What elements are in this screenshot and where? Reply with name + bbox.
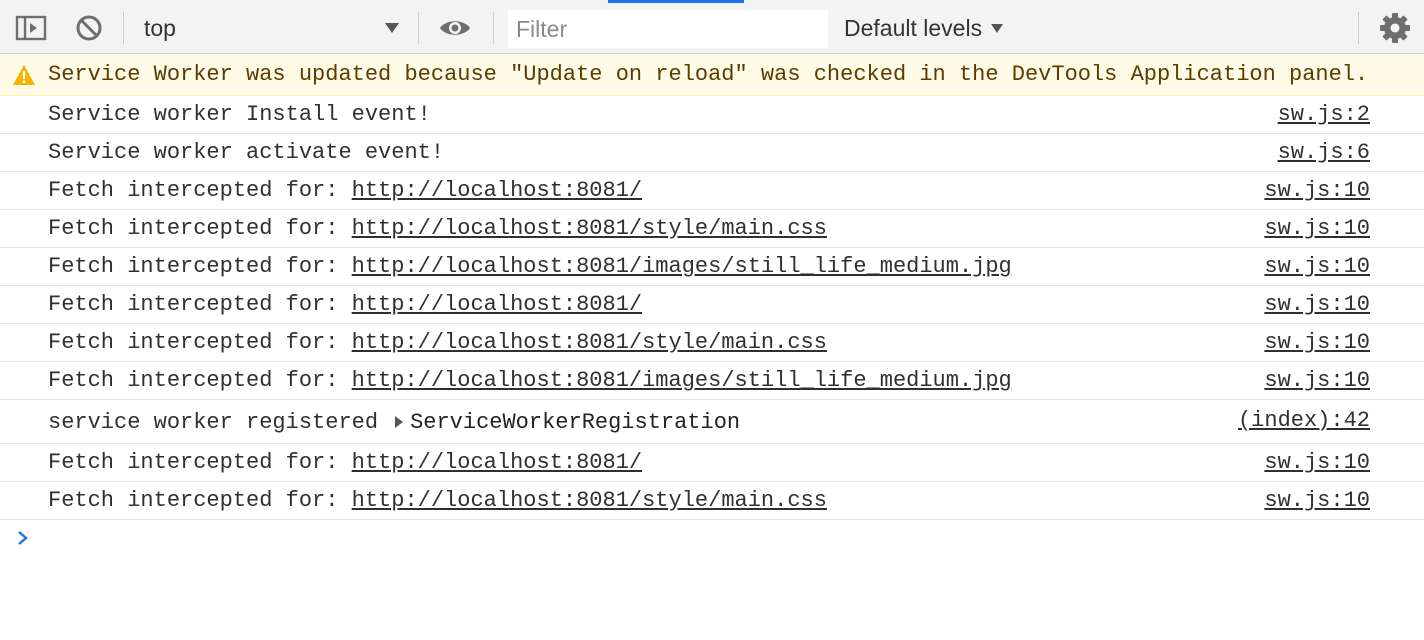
log-text: Fetch intercepted for: xyxy=(48,488,352,513)
log-message: Fetch intercepted for: http://localhost:… xyxy=(48,292,642,317)
request-url-link[interactable]: http://localhost:8081/images/still_life_… xyxy=(352,254,1012,279)
log-levels-label: Default levels xyxy=(844,14,983,41)
log-message: Fetch intercepted for: http://localhost:… xyxy=(48,488,827,513)
log-text: service worker registered xyxy=(48,410,379,435)
log-message: Fetch intercepted for: http://localhost:… xyxy=(48,254,1012,279)
source-link[interactable]: (index):42 xyxy=(1238,408,1370,433)
log-row: service worker registered ServiceWorkerRe… xyxy=(0,400,1424,444)
toolbar-divider xyxy=(1358,12,1359,44)
log-message: Fetch intercepted for: http://localhost:… xyxy=(48,178,642,203)
log-row: Fetch intercepted for: http://localhost:… xyxy=(0,248,1424,286)
show-sidebar-button[interactable] xyxy=(14,11,48,45)
log-text: Fetch intercepted for: xyxy=(48,254,352,279)
log-levels-dropdown[interactable]: Default levels xyxy=(844,10,1004,46)
log-text: Service worker activate event! xyxy=(48,140,445,165)
request-url-link[interactable]: http://localhost:8081/ xyxy=(352,178,642,203)
request-url-link[interactable]: http://localhost:8081/style/main.css xyxy=(352,216,827,241)
console-toolbar: top Default levels xyxy=(0,0,1424,54)
log-text: Fetch intercepted for: xyxy=(48,292,352,317)
warning-icon xyxy=(13,65,35,85)
warning-text: Service Worker was updated because "Upda… xyxy=(48,62,1369,87)
source-link[interactable]: sw.js:10 xyxy=(1264,216,1370,241)
source-link[interactable]: sw.js:10 xyxy=(1264,292,1370,317)
dropdown-arrow-icon xyxy=(991,23,1004,33)
log-row: Fetch intercepted for: http://localhost:… xyxy=(0,172,1424,210)
filter-input[interactable] xyxy=(508,10,828,48)
log-message: Fetch intercepted for: http://localhost:… xyxy=(48,330,827,355)
toolbar-divider xyxy=(123,12,124,44)
request-url-link[interactable]: http://localhost:8081/ xyxy=(352,450,642,475)
request-url-link[interactable]: http://localhost:8081/style/main.css xyxy=(352,488,827,513)
console-messages: Service Worker was updated because "Upda… xyxy=(0,54,1424,560)
source-link[interactable]: sw.js:10 xyxy=(1264,178,1370,203)
context-selector[interactable]: top xyxy=(132,10,408,46)
active-tab-indicator xyxy=(608,0,744,3)
gear-icon xyxy=(1380,13,1410,43)
prompt-chevron-icon xyxy=(18,531,28,545)
log-row: Service worker activate event! sw.js:6 xyxy=(0,134,1424,172)
eye-icon xyxy=(440,21,470,35)
request-url-link[interactable]: http://localhost:8081/ xyxy=(352,292,642,317)
clear-console-icon xyxy=(76,15,102,41)
toolbar-divider xyxy=(493,12,494,44)
log-text: Fetch intercepted for: xyxy=(48,450,352,475)
log-row: Fetch intercepted for: http://localhost:… xyxy=(0,210,1424,248)
object-preview[interactable]: ServiceWorkerRegistration xyxy=(410,410,740,435)
source-link[interactable]: sw.js:10 xyxy=(1264,254,1370,279)
log-row: Fetch intercepted for: http://localhost:… xyxy=(0,362,1424,400)
console-settings-button[interactable] xyxy=(1378,11,1412,45)
toolbar-divider xyxy=(418,12,419,44)
source-link[interactable]: sw.js:10 xyxy=(1264,368,1370,393)
log-row: Fetch intercepted for: http://localhost:… xyxy=(0,286,1424,324)
request-url-link[interactable]: http://localhost:8081/images/still_life_… xyxy=(352,368,1012,393)
warning-message: Service Worker was updated because "Upda… xyxy=(0,54,1424,96)
log-text: Fetch intercepted for: xyxy=(48,330,352,355)
source-link[interactable]: sw.js:10 xyxy=(1264,450,1370,475)
context-label: top xyxy=(144,14,176,41)
console-prompt[interactable] xyxy=(0,520,1424,560)
log-message: Fetch intercepted for: http://localhost:… xyxy=(48,216,827,241)
live-expression-button[interactable] xyxy=(438,11,472,45)
source-link[interactable]: sw.js:2 xyxy=(1278,102,1370,127)
log-text: Fetch intercepted for: xyxy=(48,368,352,393)
clear-console-button[interactable] xyxy=(72,11,106,45)
log-row: Service worker Install event! sw.js:2 xyxy=(0,96,1424,134)
log-text: Fetch intercepted for: xyxy=(48,178,352,203)
source-link[interactable]: sw.js:10 xyxy=(1264,330,1370,355)
log-message: Fetch intercepted for: http://localhost:… xyxy=(48,368,1012,393)
log-text: Fetch intercepted for: xyxy=(48,216,352,241)
log-row: Fetch intercepted for: http://localhost:… xyxy=(0,444,1424,482)
log-row: Fetch intercepted for: http://localhost:… xyxy=(0,482,1424,520)
log-text: Service worker Install event! xyxy=(48,102,431,127)
source-link[interactable]: sw.js:6 xyxy=(1278,140,1370,165)
log-message: service worker registered ServiceWorkerRe… xyxy=(48,408,740,435)
source-link[interactable]: sw.js:10 xyxy=(1264,488,1370,513)
log-message: Fetch intercepted for: http://localhost:… xyxy=(48,450,642,475)
dropdown-arrow-icon xyxy=(385,23,399,33)
sidebar-toggle-icon xyxy=(15,15,47,41)
expand-triangle-icon[interactable] xyxy=(394,415,404,429)
log-row: Fetch intercepted for: http://localhost:… xyxy=(0,324,1424,362)
request-url-link[interactable]: http://localhost:8081/style/main.css xyxy=(352,330,827,355)
